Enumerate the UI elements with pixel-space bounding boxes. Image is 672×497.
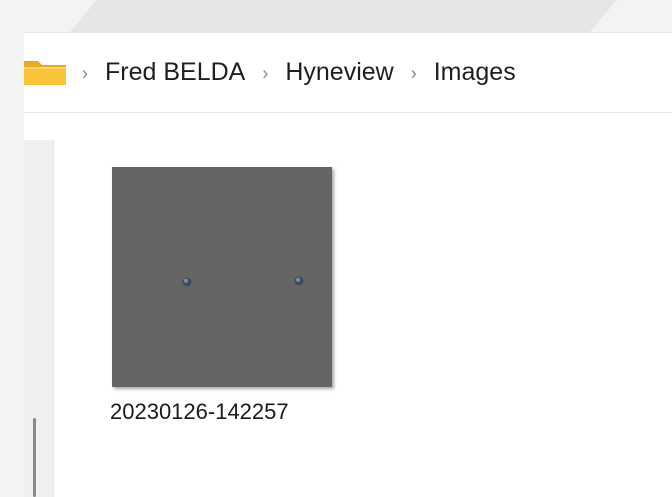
chevron-right-icon[interactable]: › (262, 63, 268, 83)
file-explorer-window: › Fred BELDA › Hyneview › Images 2023012… (0, 0, 672, 497)
chevron-right-icon[interactable]: › (82, 63, 88, 83)
breadcrumb-item-fred-belda[interactable]: Fred BELDA (105, 60, 245, 85)
thumbnail-marker-right (293, 274, 305, 286)
window-left-edge (0, 32, 24, 497)
address-bar[interactable]: › Fred BELDA › Hyneview › Images (24, 32, 672, 113)
image-thumbnail[interactable] (112, 167, 332, 387)
thumbnail-marker-left (181, 275, 193, 287)
breadcrumb-item-hyneview[interactable]: Hyneview (285, 60, 393, 85)
breadcrumb-item-images[interactable]: Images (434, 60, 516, 85)
file-name-label[interactable]: 20230126-142257 (106, 401, 350, 423)
scrollbar-thumb[interactable] (33, 418, 36, 497)
chevron-right-icon[interactable]: › (411, 63, 417, 83)
folder-icon[interactable] (24, 58, 68, 86)
title-sheen (54, 0, 626, 32)
file-tile[interactable]: 20230126-142257 (110, 167, 334, 447)
title-area (0, 0, 672, 32)
breadcrumb: › Fred BELDA › Hyneview › Images (68, 33, 516, 112)
navigation-pane (24, 140, 54, 497)
